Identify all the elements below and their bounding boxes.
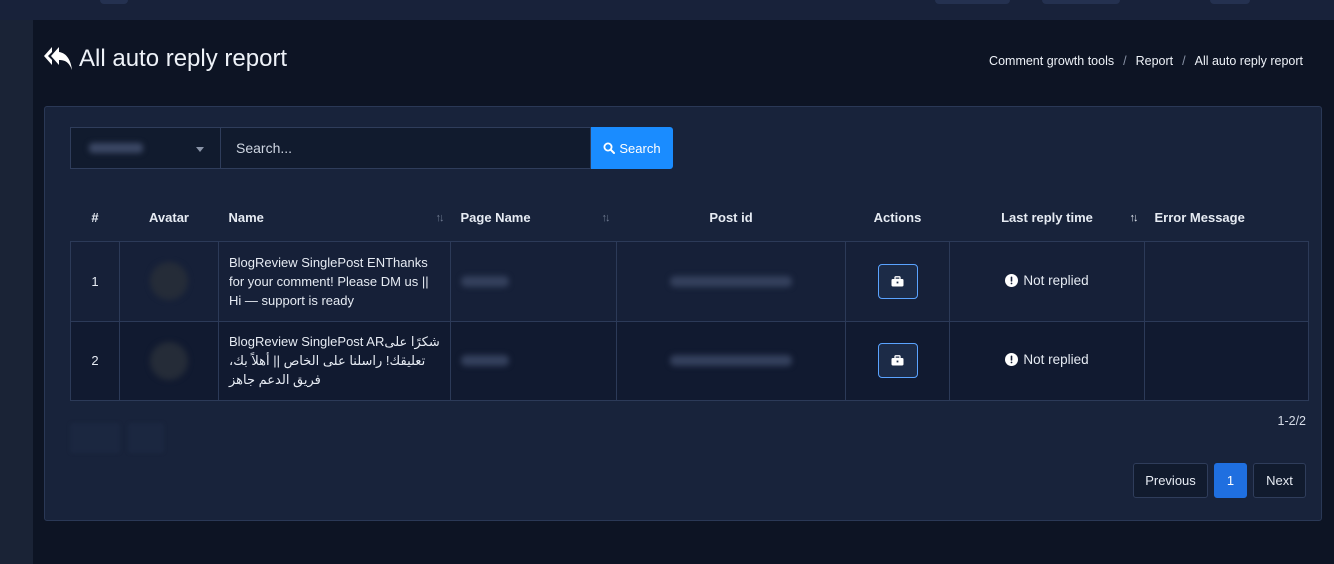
top-navbar	[0, 0, 1334, 20]
table-header-row: # Avatar Name ↑↓ Page Name ↑↓ Post id Acti…	[71, 194, 1309, 241]
page-name-blur	[461, 355, 509, 366]
previous-page-button[interactable]: Previous	[1133, 463, 1208, 498]
search-icon	[603, 142, 616, 154]
post-id-blur	[670, 275, 792, 287]
avatar-cell	[119, 320, 219, 401]
view-details-button[interactable]	[877, 343, 918, 378]
post-id-blur	[670, 355, 792, 366]
reply-all-icon	[44, 47, 72, 70]
page-number-button[interactable]: 1	[1214, 463, 1247, 498]
actions-cell	[845, 320, 950, 401]
breadcrumb-item-comment-growth-tools[interactable]: Comment growth tools	[989, 54, 1114, 68]
page-select-value-blur	[89, 143, 143, 153]
last-reply-time-cell: Not replied	[949, 240, 1145, 322]
result-count: 1-2/2	[1277, 414, 1307, 428]
column-header-post-id: Post id	[709, 209, 753, 225]
report-table: # Avatar Name ↑↓ Page Name ↑↓ Post id Acti…	[70, 194, 1309, 401]
row-index: 1	[70, 240, 120, 322]
search-button[interactable]: Search	[591, 127, 673, 169]
bulk-action-button[interactable]	[128, 423, 164, 453]
last-reply-time-cell: Not replied	[949, 320, 1145, 401]
sort-icon[interactable]: ↑↓	[436, 212, 445, 224]
status-badge: Not replied	[1005, 272, 1089, 288]
exclamation-circle-icon	[1005, 353, 1019, 366]
chevron-down-icon	[196, 147, 204, 152]
report-card: Search # Avatar Name ↑↓ Page Name ↑↓ Post …	[44, 106, 1322, 521]
sort-icon[interactable]: ↑↓	[1130, 212, 1139, 224]
table-row: 1 BlogReview SinglePost ENThanks for you…	[70, 240, 1309, 322]
breadcrumb-item-report[interactable]: Report	[1136, 54, 1174, 68]
view-details-button[interactable]	[877, 263, 918, 299]
navbar-logo-blur	[100, 0, 128, 4]
column-header-page-name-label: Page Name	[460, 209, 531, 225]
column-header-name[interactable]: Name ↑↓	[219, 194, 451, 241]
next-page-button[interactable]: Next	[1253, 463, 1306, 498]
page-name-cell	[450, 240, 617, 322]
post-id-cell	[616, 240, 846, 322]
post-id-cell	[616, 320, 846, 401]
navbar-item-blur[interactable]	[1042, 0, 1120, 4]
search-input[interactable]	[220, 127, 591, 169]
page-name-blur	[461, 275, 509, 287]
column-header-index: #	[91, 209, 99, 225]
search-bar: Search	[70, 127, 673, 169]
error-message-cell	[1144, 320, 1309, 401]
avatar	[150, 341, 188, 380]
status-text: Not replied	[1023, 352, 1089, 367]
search-button-label: Search	[619, 140, 661, 156]
breadcrumb-item-current: All auto reply report	[1194, 54, 1303, 68]
sidebar	[0, 20, 33, 564]
sort-icon[interactable]: ↑↓	[602, 212, 611, 224]
status-badge: Not replied	[1005, 352, 1089, 367]
error-message-cell	[1144, 240, 1309, 322]
navbar-avatar-blur[interactable]	[1210, 0, 1250, 4]
bulk-action-button[interactable]	[70, 423, 120, 453]
main-content: All auto reply report Comment growth too…	[33, 20, 1334, 564]
column-header-avatar: Avatar	[149, 209, 189, 225]
column-header-last-reply-time-label: Last reply time	[1001, 209, 1093, 225]
breadcrumb-separator: /	[1182, 54, 1186, 68]
row-name: BlogReview SinglePost ENThanks for your …	[218, 240, 451, 322]
page-select[interactable]	[70, 127, 220, 169]
row-name: BlogReview SinglePost ARشكرًا على تعليقك…	[218, 320, 451, 401]
briefcase-icon	[891, 355, 904, 366]
navbar-item-blur[interactable]	[935, 0, 1010, 4]
column-header-name-label: Name	[228, 209, 264, 225]
page-title: All auto reply report	[79, 45, 288, 72]
column-header-actions: Actions	[873, 209, 922, 225]
status-text: Not replied	[1023, 272, 1089, 288]
page-header: All auto reply report	[43, 45, 287, 73]
briefcase-icon	[891, 275, 904, 286]
actions-cell	[845, 240, 950, 322]
column-header-error-message: Error Message	[1154, 209, 1245, 225]
page-name-cell	[450, 320, 617, 401]
avatar-cell	[119, 240, 219, 322]
avatar	[150, 262, 188, 300]
breadcrumb-separator: /	[1123, 54, 1127, 68]
pagination: Previous 1 Next	[1133, 463, 1306, 498]
row-index: 2	[70, 320, 120, 401]
breadcrumb: Comment growth tools / Report / All auto…	[989, 54, 1303, 68]
column-header-last-reply-time[interactable]: Last reply time ↑↓	[950, 194, 1145, 241]
exclamation-circle-icon	[1005, 273, 1019, 287]
column-header-page-name[interactable]: Page Name ↑↓	[451, 194, 617, 241]
table-row: 2 BlogReview SinglePost ARشكرًا على تعلي…	[70, 320, 1309, 401]
